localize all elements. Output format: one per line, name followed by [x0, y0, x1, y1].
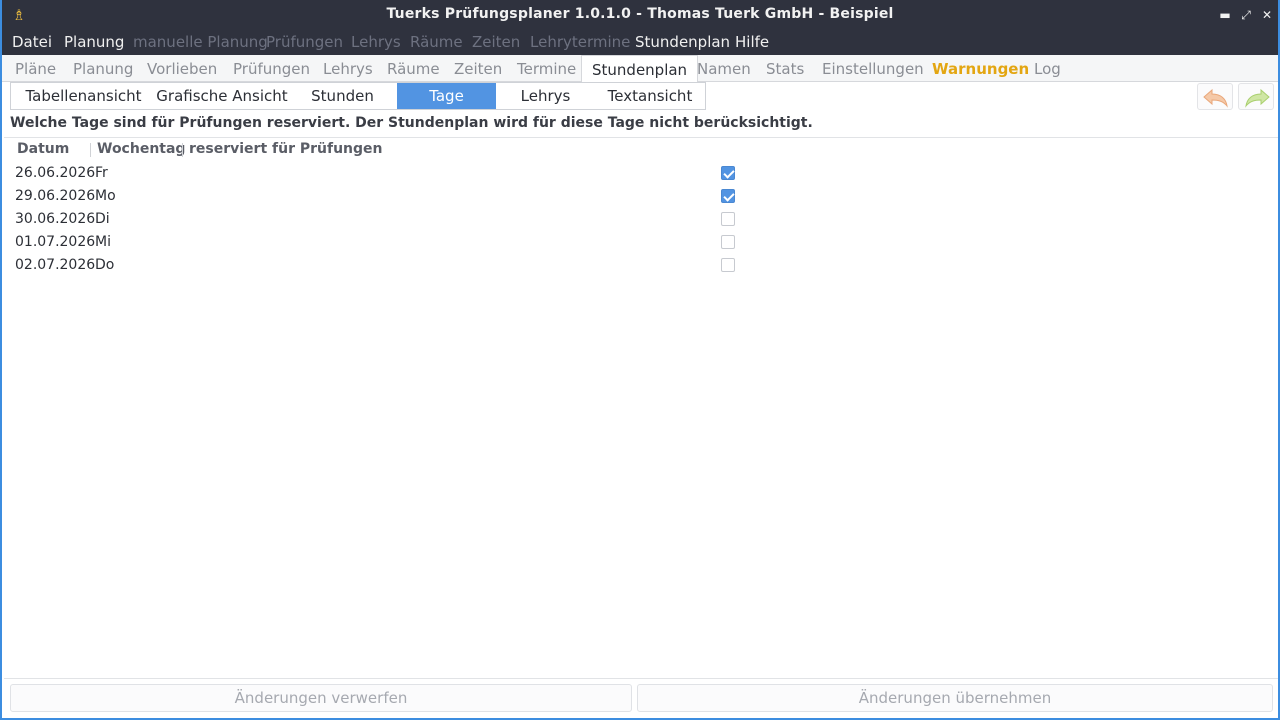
cell-weekday: Mi	[95, 234, 111, 250]
redo-arrow-icon	[1245, 88, 1270, 108]
menu-lehrys[interactable]: Lehrys	[351, 33, 401, 51]
cell-weekday: Mo	[95, 188, 116, 204]
subtab-grafische-ansicht[interactable]: Grafische Ansicht	[156, 83, 288, 109]
reserved-checkbox[interactable]	[721, 235, 735, 249]
subtab-lehrys[interactable]: Lehrys	[496, 83, 595, 109]
tab-plaene[interactable]: Pläne	[15, 55, 56, 82]
cell-weekday: Fr	[95, 165, 108, 181]
reserved-checkbox[interactable]	[721, 212, 735, 226]
cell-weekday: Do	[95, 257, 115, 273]
apply-changes-button[interactable]: Änderungen übernehmen	[637, 684, 1273, 712]
menu-manuelle-planung[interactable]: manuelle Planung	[133, 33, 268, 51]
undo-button[interactable]	[1197, 83, 1233, 110]
cell-date: 26.06.2026	[15, 165, 96, 181]
menu-raeume[interactable]: Räume	[410, 33, 463, 51]
undo-arrow-icon	[1203, 88, 1228, 108]
menu-lehrytermine[interactable]: Lehrytermine	[530, 33, 630, 51]
tab-lehrys[interactable]: Lehrys	[323, 55, 373, 82]
column-header-reserviert[interactable]: reserviert für Prüfungen	[189, 141, 383, 157]
column-divider	[182, 143, 183, 157]
menu-datei[interactable]: Datei	[12, 33, 52, 51]
menu-pruefungen[interactable]: Prüfungen	[266, 33, 343, 51]
column-header-wochentag[interactable]: Wochentag	[97, 141, 185, 157]
menu-planung[interactable]: Planung	[64, 33, 124, 51]
subtab-tage[interactable]: Tage	[397, 83, 496, 109]
reserved-checkbox[interactable]	[721, 189, 735, 203]
footer-divider	[4, 678, 1278, 679]
tab-zeiten[interactable]: Zeiten	[454, 55, 502, 82]
tab-namen[interactable]: Namen	[697, 55, 751, 82]
reserved-checkbox[interactable]	[721, 166, 735, 180]
tab-warnungen[interactable]: Warnungen	[932, 55, 1029, 82]
tab-stundenplan[interactable]: Stundenplan	[581, 55, 699, 83]
table-row[interactable]: 30.06.2026 Di	[2, 208, 1272, 231]
tab-planung[interactable]: Planung	[73, 55, 133, 82]
tab-vorlieben[interactable]: Vorlieben	[147, 55, 217, 82]
cell-date: 29.06.2026	[15, 188, 96, 204]
reserved-checkbox[interactable]	[721, 258, 735, 272]
cell-date: 02.07.2026	[15, 257, 96, 273]
tab-stats[interactable]: Stats	[766, 55, 804, 82]
subtab-tabellenansicht[interactable]: Tabellenansicht	[11, 83, 156, 109]
table-row[interactable]: 29.06.2026 Mo	[2, 185, 1272, 208]
table-row[interactable]: 26.06.2026 Fr	[2, 162, 1272, 185]
maximize-icon[interactable]: ⤢	[1237, 6, 1255, 24]
tab-log[interactable]: Log	[1034, 55, 1061, 82]
menu-bar: Datei Planung manuelle Planung Prüfungen…	[2, 30, 1278, 55]
minimize-icon[interactable]: ▬	[1216, 6, 1234, 24]
tab-raeume[interactable]: Räume	[387, 55, 440, 82]
close-icon[interactable]: ✕	[1258, 6, 1276, 24]
menu-zeiten[interactable]: Zeiten	[472, 33, 520, 51]
main-tab-bar: Pläne Planung Vorlieben Prüfungen Lehrys…	[2, 55, 1278, 83]
cell-date: 30.06.2026	[15, 211, 96, 227]
divider	[4, 137, 1278, 138]
tab-pruefungen[interactable]: Prüfungen	[233, 55, 310, 82]
redo-button[interactable]	[1238, 83, 1274, 110]
tab-einstellungen[interactable]: Einstellungen	[822, 55, 924, 82]
app-window: ♗ Tuerks Prüfungsplaner 1.0.1.0 - Thomas…	[0, 0, 1280, 720]
table-row[interactable]: 01.07.2026 Mi	[2, 231, 1272, 254]
discard-changes-button[interactable]: Änderungen verwerfen	[10, 684, 632, 712]
subtab-stunden[interactable]: Stunden	[288, 83, 397, 109]
info-text: Welche Tage sind für Prüfungen reservier…	[10, 115, 813, 131]
menu-hilfe[interactable]: Hilfe	[735, 33, 769, 51]
cell-weekday: Di	[95, 211, 110, 227]
window-title: Tuerks Prüfungsplaner 1.0.1.0 - Thomas T…	[386, 6, 894, 22]
table-row[interactable]: 02.07.2026 Do	[2, 254, 1272, 277]
subtab-bar: Tabellenansicht Grafische Ansicht Stunde…	[10, 82, 706, 110]
tab-termine[interactable]: Termine	[517, 55, 576, 82]
column-header-datum[interactable]: Datum	[17, 141, 69, 157]
column-divider	[90, 143, 91, 157]
subtab-textansicht[interactable]: Textansicht	[595, 83, 705, 109]
menu-stundenplan[interactable]: Stundenplan	[635, 33, 730, 51]
title-bar: ♗ Tuerks Prüfungsplaner 1.0.1.0 - Thomas…	[2, 0, 1278, 30]
cell-date: 01.07.2026	[15, 234, 96, 250]
